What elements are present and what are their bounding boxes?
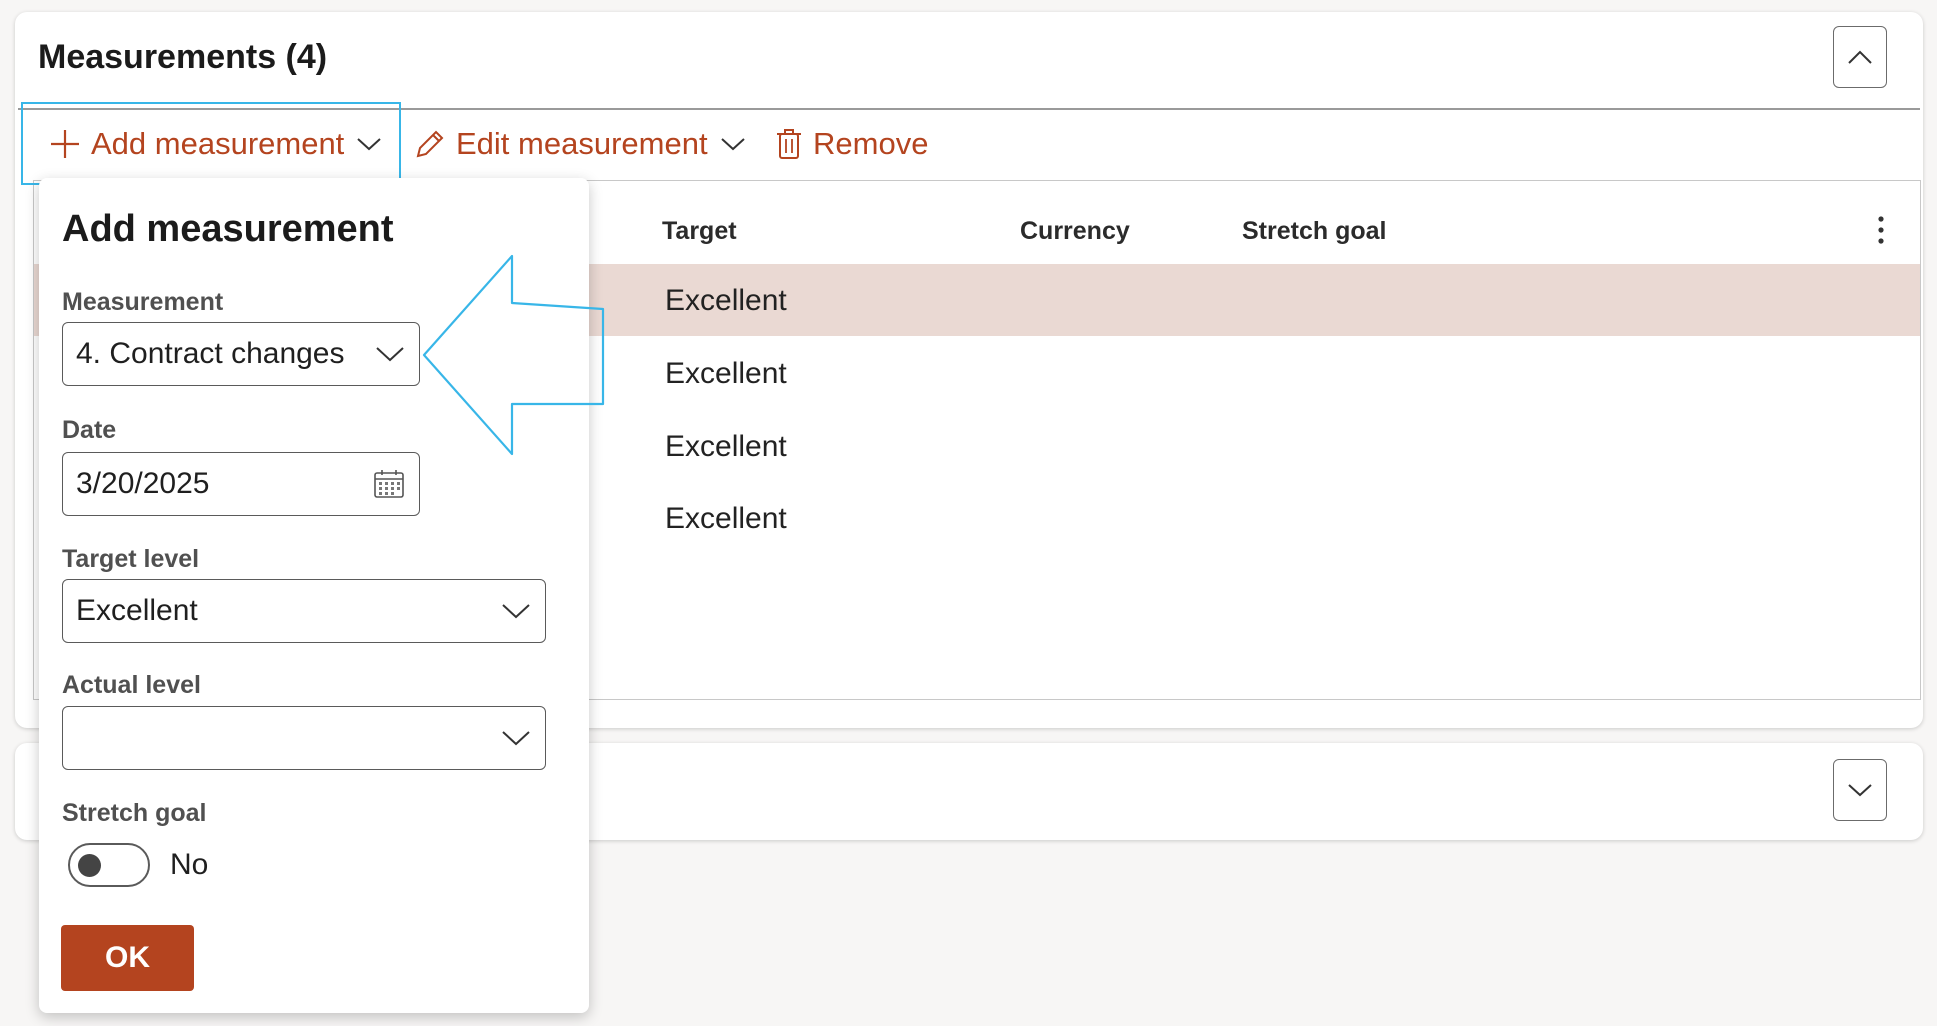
chevron-down-icon xyxy=(375,345,405,363)
measurement-label: Measurement xyxy=(62,288,224,316)
target-cell: Excellent xyxy=(665,357,787,390)
section-title: Measurements (4) xyxy=(38,38,328,76)
expand-section-button[interactable] xyxy=(1833,759,1887,821)
date-value: 3/20/2025 xyxy=(76,467,210,500)
edit-measurement-label: Edit measurement xyxy=(456,126,708,161)
remove-label: Remove xyxy=(813,126,929,161)
target-level-label: Target level xyxy=(62,545,200,573)
calendar-icon[interactable] xyxy=(373,469,405,499)
measurement-value: 4. Contract changes xyxy=(76,337,345,370)
more-vertical-icon[interactable] xyxy=(1877,215,1885,250)
ok-button[interactable]: OK xyxy=(61,925,194,991)
flyout-title: Add measurement xyxy=(62,208,394,250)
edit-measurement-button[interactable]: Edit measurement xyxy=(414,124,746,164)
add-measurement-flyout: Add measurement Measurement 4. Contract … xyxy=(39,178,589,1013)
trash-icon xyxy=(775,128,803,160)
chevron-down-icon xyxy=(1848,784,1872,797)
pencil-icon xyxy=(414,128,446,160)
chevron-down-icon xyxy=(720,136,746,152)
target-level-value: Excellent xyxy=(76,594,198,627)
stretch-goal-toggle[interactable] xyxy=(68,843,150,887)
chevron-up-icon xyxy=(1848,50,1872,64)
chevron-down-icon xyxy=(501,602,531,620)
add-measurement-highlight xyxy=(21,102,401,185)
column-header-target[interactable]: Target xyxy=(662,217,737,246)
date-input[interactable]: 3/20/2025 xyxy=(62,452,420,516)
actual-level-label: Actual level xyxy=(62,671,201,699)
column-header-currency[interactable]: Currency xyxy=(1020,217,1130,246)
remove-button[interactable]: Remove xyxy=(775,124,928,164)
toggle-knob xyxy=(78,854,101,877)
date-label: Date xyxy=(62,416,117,444)
chevron-down-icon xyxy=(501,729,531,747)
stretch-goal-label: Stretch goal xyxy=(62,799,207,827)
target-cell: Excellent xyxy=(665,284,787,317)
collapse-section-button[interactable] xyxy=(1833,26,1887,88)
measurement-dropdown[interactable]: 4. Contract changes xyxy=(62,322,420,386)
target-level-dropdown[interactable]: Excellent xyxy=(62,579,546,643)
actual-level-dropdown[interactable] xyxy=(62,706,546,770)
target-cell: Excellent xyxy=(665,430,787,463)
column-header-stretch-goal[interactable]: Stretch goal xyxy=(1242,217,1386,246)
target-cell: Excellent xyxy=(665,502,787,535)
stretch-goal-state: No xyxy=(170,848,209,881)
